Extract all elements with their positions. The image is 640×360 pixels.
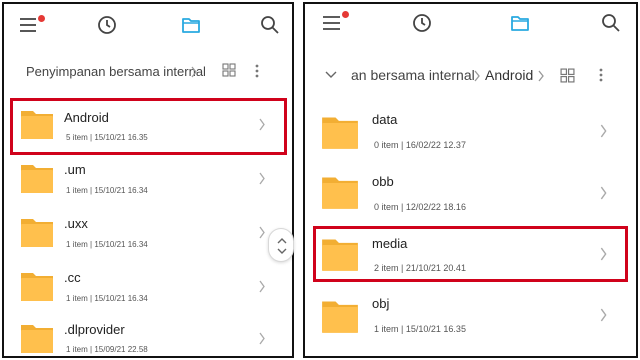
folder-name: obj xyxy=(372,296,390,311)
folder-meta: 2 item | 21/10/21 20.41 xyxy=(374,263,466,273)
folder-name: .um xyxy=(64,162,86,177)
folder-row-android[interactable]: Android 5 item | 15/10/21 16.35 xyxy=(4,98,292,150)
breadcrumb-chevron-icon xyxy=(191,66,197,78)
top-bar xyxy=(4,4,292,48)
folder-tab-icon[interactable] xyxy=(180,14,202,36)
breadcrumb-chevron-icon xyxy=(538,70,544,82)
folder-name: .cc xyxy=(64,270,81,285)
breadcrumb-chevron-icon xyxy=(474,70,480,82)
folder-row-obj[interactable]: obj 1 item | 15/10/21 16.35 xyxy=(305,288,636,346)
folder-row[interactable]: .cc 1 item | 15/10/21 16.34 xyxy=(4,260,292,312)
chevron-right-icon xyxy=(259,118,265,131)
more-vertical-icon[interactable] xyxy=(254,63,260,79)
folder-icon xyxy=(21,219,53,247)
folder-name: Android xyxy=(64,110,109,125)
chevron-right-icon xyxy=(600,186,607,200)
folder-icon xyxy=(322,117,358,149)
folder-icon xyxy=(21,273,53,301)
folder-meta: 1 item | 15/09/21 22.58 xyxy=(66,345,148,354)
left-file-browser: Penyimpanan bersama internal Android 5 i… xyxy=(2,2,294,358)
clock-icon[interactable] xyxy=(96,14,118,36)
chevron-right-icon xyxy=(600,247,607,261)
folder-tab-icon[interactable] xyxy=(509,12,531,34)
chevron-down-icon[interactable] xyxy=(325,71,337,79)
folder-name: media xyxy=(372,236,408,251)
folder-name: .uxx xyxy=(64,216,88,231)
breadcrumb-internal-storage[interactable]: an bersama internal xyxy=(351,67,475,83)
chevron-right-icon xyxy=(259,332,265,345)
search-icon[interactable] xyxy=(600,12,622,34)
chevron-right-icon xyxy=(600,124,607,138)
folder-row-media[interactable]: media 2 item | 21/10/21 20.41 xyxy=(305,228,636,286)
folder-row-data[interactable]: data 0 item | 16/02/22 12.37 xyxy=(305,104,636,162)
folder-meta: 5 item | 15/10/21 16.35 xyxy=(66,133,148,142)
folder-icon xyxy=(322,301,358,333)
search-icon[interactable] xyxy=(259,14,281,36)
notification-dot xyxy=(38,15,45,22)
folder-meta: 1 item | 15/10/21 16.34 xyxy=(66,186,148,195)
notification-dot xyxy=(342,11,349,18)
folder-icon xyxy=(21,325,53,353)
folder-name: data xyxy=(372,112,398,127)
folder-row[interactable]: .um 1 item | 15/10/21 16.34 xyxy=(4,152,292,204)
breadcrumb-android[interactable]: Android xyxy=(485,67,533,83)
folder-row-obb[interactable]: obb 0 item | 12/02/22 18.16 xyxy=(305,166,636,224)
grid-view-icon[interactable] xyxy=(222,63,236,77)
folder-meta: 0 item | 16/02/22 12.37 xyxy=(374,140,466,150)
fast-scroll-handle[interactable] xyxy=(268,228,294,262)
folder-meta: 1 item | 15/10/21 16.35 xyxy=(374,324,466,334)
more-vertical-icon[interactable] xyxy=(598,67,604,83)
clock-icon[interactable] xyxy=(411,12,433,34)
chevron-right-icon xyxy=(259,226,265,239)
chevron-right-icon xyxy=(600,308,607,322)
scroll-handle-icon xyxy=(277,238,287,254)
folder-row[interactable]: .uxx 1 item | 15/10/21 16.34 xyxy=(4,206,292,258)
folder-icon xyxy=(322,177,358,209)
right-file-browser: an bersama internal Android data 0 item … xyxy=(303,2,638,358)
folder-meta: 1 item | 15/10/21 16.34 xyxy=(66,240,148,249)
top-bar xyxy=(305,4,636,48)
folder-icon xyxy=(21,111,53,139)
breadcrumb: Penyimpanan bersama internal xyxy=(4,56,292,86)
menu-icon[interactable] xyxy=(18,14,40,36)
folder-name: obb xyxy=(372,174,394,189)
chevron-right-icon xyxy=(259,172,265,185)
chevron-right-icon xyxy=(259,280,265,293)
folder-icon xyxy=(322,239,358,271)
menu-icon[interactable] xyxy=(321,12,343,34)
folder-icon xyxy=(21,165,53,193)
folder-meta: 1 item | 15/10/21 16.34 xyxy=(66,294,148,303)
folder-row[interactable]: .dlprovider 1 item | 15/09/21 22.58 xyxy=(4,312,292,356)
folder-meta: 0 item | 12/02/22 18.16 xyxy=(374,202,466,212)
breadcrumb: an bersama internal Android xyxy=(305,60,636,90)
breadcrumb-internal-storage[interactable]: Penyimpanan bersama internal xyxy=(26,64,206,79)
grid-view-icon[interactable] xyxy=(560,68,575,83)
folder-name: .dlprovider xyxy=(64,322,125,337)
